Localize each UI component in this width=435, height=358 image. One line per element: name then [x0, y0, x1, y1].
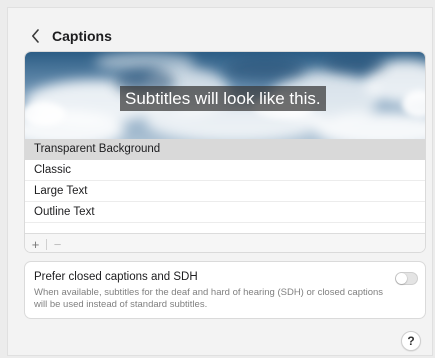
subtitle-sample-text: Subtitles will look like this.	[120, 86, 326, 111]
chevron-left-icon	[31, 29, 39, 43]
list-toolbar: + −	[25, 233, 425, 252]
header: Captions	[26, 24, 112, 48]
style-item-large-text[interactable]: Large Text	[25, 181, 425, 202]
remove-style-button[interactable]: −	[51, 237, 64, 252]
caption-style-card: Subtitles will look like this. Transpare…	[24, 51, 426, 253]
style-item-outline-text[interactable]: Outline Text	[25, 202, 425, 223]
style-item-transparent-background[interactable]: Transparent Background	[25, 139, 425, 160]
toolbar-divider	[46, 238, 47, 250]
captions-settings-pane: Captions Subtitles will look like this. …	[7, 7, 433, 356]
style-item-classic[interactable]: Classic	[25, 160, 425, 181]
add-style-button[interactable]: +	[29, 237, 42, 252]
page-title: Captions	[52, 28, 112, 44]
sdh-toggle[interactable]	[395, 272, 418, 285]
sdh-option-title: Prefer closed captions and SDH	[34, 271, 198, 283]
caption-style-list: Transparent Background Classic Large Tex…	[25, 139, 425, 223]
toggle-knob	[396, 273, 407, 284]
back-button[interactable]	[26, 25, 44, 47]
caption-preview: Subtitles will look like this.	[25, 52, 425, 139]
sdh-option-card: Prefer closed captions and SDH When avai…	[24, 261, 426, 319]
sdh-option-description: When available, subtitles for the deaf a…	[34, 287, 384, 310]
help-button[interactable]: ?	[401, 331, 421, 351]
